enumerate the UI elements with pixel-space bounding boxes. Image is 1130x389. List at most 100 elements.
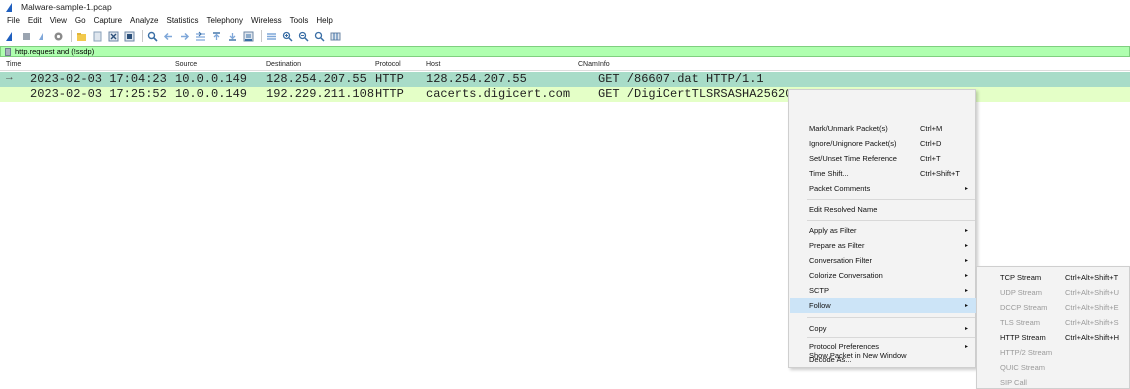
close-file-icon[interactable] xyxy=(107,30,120,43)
open-file-icon[interactable] xyxy=(75,30,88,43)
menu-item-packet-comments[interactable]: Packet Comments ▸ xyxy=(790,182,976,195)
column-time[interactable]: Time xyxy=(6,61,21,68)
bookmark-icon[interactable] xyxy=(4,47,12,56)
packet-host: 128.254.207.55 xyxy=(426,72,527,86)
column-cname[interactable]: CNam xyxy=(578,61,598,68)
menu-item-prepare-as-filter[interactable]: Prepare as Filter ▸ xyxy=(790,239,976,252)
menu-item-ignore-unignore[interactable]: Ignore/Unignore Packet(s) Ctrl+D xyxy=(790,137,976,150)
submenu-item-tls-stream[interactable]: TLS Stream Ctrl+Alt+Shift+S xyxy=(978,314,1130,329)
packet-list-header: Time Source Destination Protocol Host CN… xyxy=(0,59,1130,71)
submenu-arrow-icon: ▸ xyxy=(965,303,969,309)
menu-item-time-shift[interactable]: Time Shift... Ctrl+Shift+T xyxy=(790,167,976,180)
packet-protocol: HTTP xyxy=(375,72,404,86)
submenu-item-udp-stream[interactable]: UDP Stream Ctrl+Alt+Shift+U xyxy=(978,284,1130,299)
packet-source: 10.0.0.149 xyxy=(175,87,248,101)
menu-view[interactable]: View xyxy=(46,16,71,25)
menu-separator xyxy=(807,199,975,200)
menu-bar: File Edit View Go Capture Analyze Statis… xyxy=(0,14,337,27)
menu-wireless[interactable]: Wireless xyxy=(247,16,286,25)
colorize-icon[interactable] xyxy=(265,30,278,43)
submenu-arrow-icon: ▸ xyxy=(965,186,969,192)
title-bar: Malware-sample-1.pcap xyxy=(0,0,1130,14)
stop-capture-icon[interactable] xyxy=(20,30,33,43)
menu-item-follow[interactable]: Follow ▸ xyxy=(790,298,976,313)
menu-item-time-reference[interactable]: Set/Unset Time Reference Ctrl+T xyxy=(790,152,976,165)
column-host[interactable]: Host xyxy=(426,61,440,68)
start-capture-icon[interactable] xyxy=(4,30,17,43)
resize-columns-icon[interactable] xyxy=(329,30,342,43)
last-packet-icon[interactable] xyxy=(226,30,239,43)
submenu-arrow-icon: ▸ xyxy=(965,288,969,294)
normal-size-icon[interactable] xyxy=(313,30,326,43)
menu-file[interactable]: File xyxy=(3,16,24,25)
wireshark-fin-icon xyxy=(6,2,12,12)
go-forward-icon[interactable] xyxy=(178,30,191,43)
menu-item-show-packet-new-window[interactable]: Show Packet in New Window xyxy=(790,351,976,367)
menu-item-conversation-filter[interactable]: Conversation Filter ▸ xyxy=(790,254,976,267)
related-packet-icon: → xyxy=(6,72,13,84)
packet-time: 2023-02-03 17:25:52 xyxy=(30,87,167,101)
menu-tools[interactable]: Tools xyxy=(286,16,313,25)
menu-capture[interactable]: Capture xyxy=(90,16,126,25)
submenu-item-http-stream[interactable]: HTTP Stream Ctrl+Alt+Shift+H xyxy=(978,329,1130,344)
submenu-item-tcp-stream[interactable]: TCP Stream Ctrl+Alt+Shift+T xyxy=(978,269,1130,284)
menu-item-colorize-conversation[interactable]: Colorize Conversation ▸ xyxy=(790,269,976,282)
menu-item-sctp[interactable]: SCTP ▸ xyxy=(790,284,976,297)
menu-statistics[interactable]: Statistics xyxy=(163,16,203,25)
packet-host: cacerts.digicert.com xyxy=(426,87,571,101)
capture-options-icon[interactable] xyxy=(52,30,65,43)
menu-item-mark-unmark[interactable]: Mark/Unmark Packet(s) Ctrl+M xyxy=(790,122,976,135)
submenu-arrow-icon: ▸ xyxy=(965,273,969,279)
submenu-arrow-icon: ▸ xyxy=(965,326,969,332)
follow-submenu: TCP Stream Ctrl+Alt+Shift+T UDP Stream C… xyxy=(976,266,1130,389)
submenu-arrow-icon: ▸ xyxy=(965,344,969,350)
menu-item-edit-resolved-name[interactable]: Edit Resolved Name xyxy=(790,203,976,216)
packet-row[interactable]: → 2023-02-03 17:04:23 10.0.0.149 128.254… xyxy=(0,72,1130,87)
submenu-arrow-icon: ▸ xyxy=(965,258,969,264)
menu-separator xyxy=(807,337,975,338)
display-filter-bar xyxy=(0,46,1130,57)
toolbar-separator xyxy=(71,30,72,42)
menu-separator xyxy=(807,220,975,221)
first-packet-icon[interactable] xyxy=(210,30,223,43)
submenu-item-http2-stream[interactable]: HTTP/2 Stream xyxy=(978,344,1130,359)
go-back-icon[interactable] xyxy=(162,30,175,43)
packet-info: GET /86607.dat HTTP/1.1 xyxy=(598,72,764,86)
menu-separator xyxy=(807,317,975,318)
menu-analyze[interactable]: Analyze xyxy=(126,16,162,25)
zoom-out-icon[interactable] xyxy=(297,30,310,43)
column-info[interactable]: Info xyxy=(598,61,610,68)
menu-telephony[interactable]: Telephony xyxy=(203,16,247,25)
save-file-icon[interactable] xyxy=(91,30,104,43)
submenu-arrow-icon: ▸ xyxy=(965,243,969,249)
submenu-item-sip-call[interactable]: SIP Call xyxy=(978,374,1130,389)
column-source[interactable]: Source xyxy=(175,61,197,68)
column-protocol[interactable]: Protocol xyxy=(375,61,401,68)
packet-source: 10.0.0.149 xyxy=(175,72,248,86)
go-to-packet-icon[interactable] xyxy=(194,30,207,43)
toolbar-separator xyxy=(142,30,143,42)
display-filter-input[interactable] xyxy=(15,47,915,56)
packet-info: GET /DigiCertTLSRSASHA25620 xyxy=(598,87,793,101)
menu-item-copy[interactable]: Copy ▸ xyxy=(790,322,976,335)
window-title: Malware-sample-1.pcap xyxy=(21,2,112,12)
menu-edit[interactable]: Edit xyxy=(24,16,46,25)
find-packet-icon[interactable] xyxy=(146,30,159,43)
menu-item-apply-as-filter[interactable]: Apply as Filter ▸ xyxy=(790,224,976,237)
zoom-in-icon[interactable] xyxy=(281,30,294,43)
menu-go[interactable]: Go xyxy=(71,16,90,25)
restart-capture-icon[interactable] xyxy=(36,30,49,43)
submenu-arrow-icon: ▸ xyxy=(965,228,969,234)
reload-file-icon[interactable] xyxy=(123,30,136,43)
submenu-item-quic-stream[interactable]: QUIC Stream xyxy=(978,359,1130,374)
packet-destination: 192.229.211.108 xyxy=(266,87,375,101)
submenu-item-dccp-stream[interactable]: DCCP Stream Ctrl+Alt+Shift+E xyxy=(978,299,1130,314)
main-toolbar xyxy=(0,27,1130,45)
packet-context-menu: Mark/Unmark Packet(s) Ctrl+M Ignore/Unig… xyxy=(788,89,976,368)
packet-protocol: HTTP xyxy=(375,87,404,101)
menu-help[interactable]: Help xyxy=(312,16,336,25)
column-destination[interactable]: Destination xyxy=(266,61,301,68)
packet-destination: 128.254.207.55 xyxy=(266,72,367,86)
autoscroll-icon[interactable] xyxy=(242,30,255,43)
toolbar-separator xyxy=(261,30,262,42)
